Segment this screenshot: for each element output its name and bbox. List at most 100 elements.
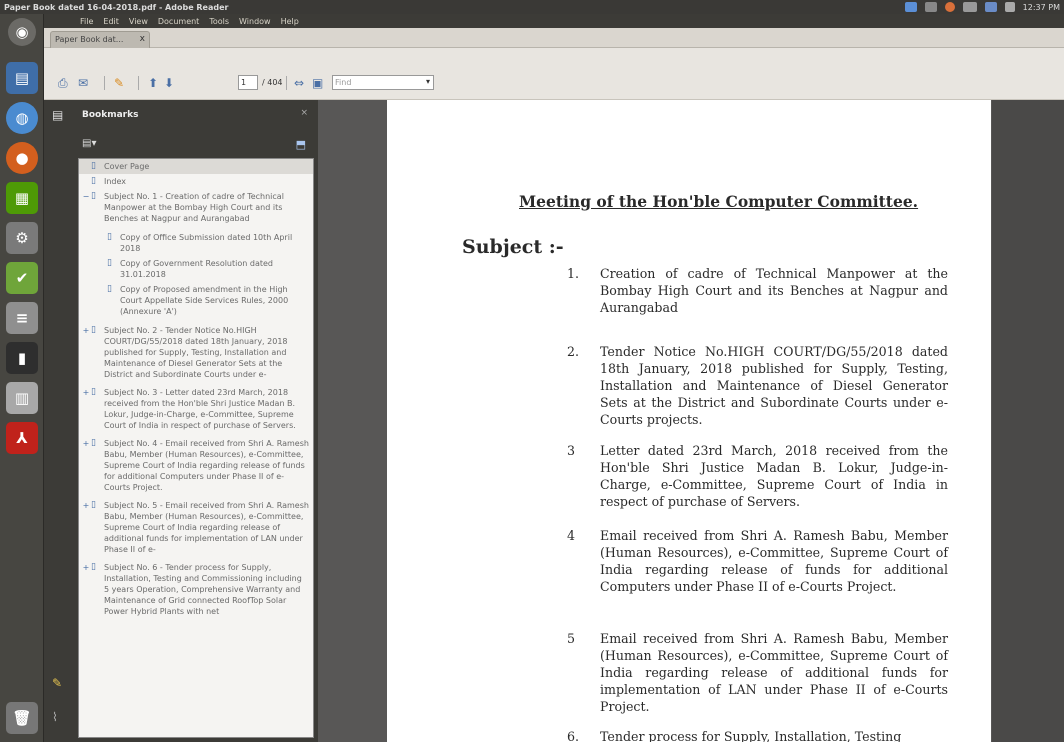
dropbox-icon[interactable] — [924, 2, 937, 12]
clock[interactable]: 12:37 PM — [1023, 3, 1060, 12]
document-tab-bar: Paper Book dat... x — [44, 28, 1064, 48]
subject-label: Subject :- — [462, 236, 564, 258]
chromium-icon[interactable]: ◍ — [6, 102, 38, 134]
settings-icon[interactable]: ⚙ — [6, 222, 38, 254]
email-icon[interactable]: ✉ — [78, 76, 88, 90]
comments-icon[interactable]: ✎ — [52, 676, 66, 690]
item-number: 1. — [567, 266, 580, 281]
bookmark-label: Subject No. 3 - Letter dated 23rd March,… — [104, 388, 296, 430]
expand-icon[interactable]: + — [81, 562, 91, 573]
page-number-input[interactable]: 1 — [238, 75, 258, 90]
keyboard-icon[interactable] — [962, 2, 977, 12]
menu-file[interactable]: File — [80, 17, 93, 26]
spreadsheet-icon[interactable]: ▦ — [6, 182, 38, 214]
adobe-reader-icon[interactable]: ⅄ — [6, 422, 38, 454]
chevron-down-icon[interactable]: ▾ — [426, 77, 430, 86]
bookmark-item[interactable]: + ▯ Subject No. 3 - Letter dated 23rd Marc… — [79, 385, 313, 433]
menu-tools[interactable]: Tools — [209, 17, 229, 26]
expand-bookmark-icon[interactable]: ⬒ — [296, 138, 306, 151]
subject-item-text: Tender Notice No.HIGH COURT/DG/55/2018 d… — [600, 344, 948, 427]
bookmark-icon: ▯ — [91, 161, 96, 171]
bookmark-label: Copy of Government Resolution dated 31.0… — [120, 259, 273, 279]
launcher: ◉ ▤ ◍ ● ▦ ⚙ ✔ ≡ ▮ ▥ ⅄ 🗑 — [0, 14, 44, 742]
calculator-icon[interactable]: ▥ — [6, 382, 38, 414]
terminal-icon[interactable]: ▮ — [6, 342, 38, 374]
files-icon[interactable]: ▤ — [6, 62, 38, 94]
options-icon[interactable]: ▤▾ — [82, 138, 96, 149]
item-number: 3 — [567, 443, 576, 458]
expand-icon[interactable]: + — [81, 387, 91, 398]
bookmark-label: Index — [104, 177, 127, 186]
bookmark-item[interactable]: + ▯ Subject No. 2 - Tender Notice No.HIGH … — [79, 323, 313, 382]
bookmark-label: Copy of Proposed amendment in the High C… — [120, 285, 289, 316]
document-tab-label: Paper Book dat... — [55, 35, 124, 44]
document-scroll-area[interactable] — [992, 100, 1064, 742]
bookmark-label: Subject No. 6 - Tender process for Suppl… — [104, 563, 302, 616]
bookmark-icon: ▯ — [91, 191, 96, 201]
bookmark-item[interactable]: + ▯ Subject No. 4 - Email received from Sh… — [79, 436, 313, 495]
dash-icon[interactable]: ◉ — [8, 18, 36, 46]
item-number: 2. — [567, 344, 580, 359]
find-input[interactable]: Find ▾ — [332, 75, 434, 90]
next-page-icon[interactable]: ⬇ — [164, 76, 174, 90]
volume-icon[interactable] — [1004, 2, 1015, 12]
system-tray: 12:37 PM — [904, 0, 1060, 14]
bookmark-item[interactable]: + ▯ Subject No. 6 - Tender process for Sup… — [79, 560, 313, 619]
bookmark-item[interactable]: ▯ Index — [79, 174, 313, 189]
bookmark-item[interactable]: + ▯ Subject No. 5 - Email received from Sh… — [79, 498, 313, 557]
trash-icon[interactable]: 🗑 — [6, 702, 38, 734]
previous-page-icon[interactable]: ⬆ — [148, 76, 158, 90]
close-tab-icon[interactable]: x — [140, 34, 145, 44]
bookmarks-icon[interactable]: ▤ — [52, 108, 66, 122]
firefox-icon[interactable]: ● — [6, 142, 38, 174]
software-center-icon[interactable]: ✔ — [6, 262, 38, 294]
window-title-bar: Paper Book dated 16-04-2018.pdf - Adobe … — [0, 0, 1064, 14]
toolbar-separator — [286, 76, 287, 90]
bookmark-item[interactable]: ▯ Cover Page — [79, 159, 313, 174]
item-number: 4 — [567, 528, 576, 543]
bookmarks-toolbar: ▤▾ ⬒ — [74, 134, 316, 156]
menu-document[interactable]: Document — [158, 17, 199, 26]
bookmarks-title: Bookmarks — [82, 110, 139, 120]
text-editor-icon[interactable]: ≡ — [6, 302, 38, 334]
bookmark-icon: ▯ — [107, 258, 112, 268]
bookmark-label: Subject No. 5 - Email received from Shri… — [104, 501, 309, 554]
bookmark-icon: ▯ — [107, 232, 112, 242]
close-panel-icon[interactable]: × — [300, 108, 308, 118]
attachments-icon[interactable]: ⌇ — [52, 710, 66, 724]
menu-help[interactable]: Help — [281, 17, 299, 26]
battery-icon[interactable] — [984, 2, 997, 12]
subject-item-text: Letter dated 23rd March, 2018 received f… — [600, 443, 948, 509]
subject-item-text: Creation of cadre of Technical Manpower … — [600, 266, 948, 315]
expand-icon[interactable]: + — [81, 325, 91, 336]
sign-icon[interactable]: ✎ — [114, 76, 124, 90]
bookmark-item[interactable]: ▯ Copy of Office Submission dated 10th Ap… — [79, 230, 313, 256]
fit-width-icon[interactable]: ⇔ — [294, 76, 304, 90]
bookmark-icon: ▯ — [91, 325, 96, 335]
menu-view[interactable]: View — [129, 17, 148, 26]
update-icon[interactable] — [944, 2, 955, 12]
menu-edit[interactable]: Edit — [103, 17, 119, 26]
window-title: Paper Book dated 16-04-2018.pdf - Adobe … — [4, 2, 229, 12]
bookmark-item[interactable]: − ▯ Subject No. 1 - Creation of cadre of T… — [79, 189, 313, 226]
bookmark-item[interactable]: ▯ Copy of Government Resolution dated 31.… — [79, 256, 313, 282]
document-view[interactable]: Meeting of the Hon'ble Computer Committe… — [318, 100, 1064, 742]
item-number: 5 — [567, 631, 576, 646]
page-heading: Meeting of the Hon'ble Computer Committe… — [519, 192, 919, 211]
menu-window[interactable]: Window — [239, 17, 271, 26]
bookmark-icon: ▯ — [91, 176, 96, 186]
document-tab[interactable]: Paper Book dat... x — [50, 31, 150, 48]
expand-icon[interactable]: + — [81, 438, 91, 449]
bookmarks-panel: Bookmarks × ▤▾ ⬒ ▯ Cover Page ▯ Index − ▯ Subj… — [74, 100, 316, 742]
collapse-icon[interactable]: − — [81, 191, 91, 202]
toolbar: ⎙ ✉ ✎ ⬆ ⬇ 1 / 404 ⇔ ▣ Find ▾ — [44, 48, 1064, 100]
network-icon[interactable] — [904, 2, 917, 12]
subject-item-text: Tender process for Supply, Installation,… — [600, 729, 902, 742]
bookmark-icon: ▯ — [91, 387, 96, 397]
expand-icon[interactable]: + — [81, 500, 91, 511]
subject-item-text: Email received from Shri A. Ramesh Babu,… — [600, 528, 948, 594]
fit-page-icon[interactable]: ▣ — [312, 76, 323, 90]
print-icon[interactable]: ⎙ — [58, 76, 68, 90]
page-count: / 404 — [262, 78, 283, 87]
bookmark-item[interactable]: ▯ Copy of Proposed amendment in the High … — [79, 282, 313, 319]
